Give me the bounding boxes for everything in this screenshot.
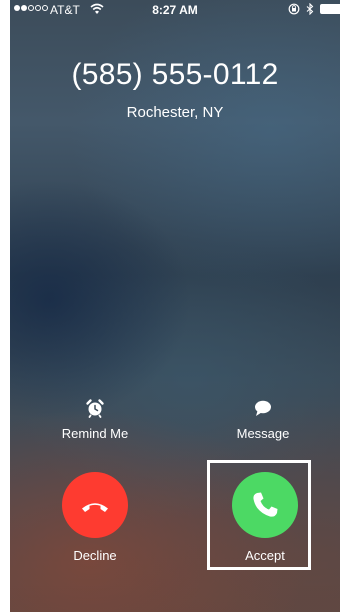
caller-location: Rochester, NY: [126, 104, 224, 121]
accept-label: Accept: [245, 548, 285, 563]
phone-hangup-icon: [82, 503, 108, 512]
phone-frame: AT&T 8:27 AM (585) 555-0112 Rochester, N…: [0, 0, 340, 612]
message-button[interactable]: Message: [208, 398, 318, 441]
battery-icon: [320, 4, 340, 14]
incoming-call-screen: AT&T 8:27 AM (585) 555-0112 Rochester, N…: [10, 0, 340, 612]
decline-button[interactable]: Decline: [35, 472, 155, 563]
alarm-clock-icon: [86, 399, 104, 418]
bluetooth-icon: [306, 3, 314, 15]
decline-circle[interactable]: [62, 472, 128, 538]
caller-phone-number: (585) 555-0112: [71, 58, 279, 91]
phone-icon: [253, 492, 278, 517]
remind-me-button[interactable]: Remind Me: [40, 398, 150, 441]
status-bar: AT&T 8:27 AM: [10, 0, 340, 20]
decline-label: Decline: [73, 548, 117, 563]
accept-circle[interactable]: [232, 472, 298, 538]
speech-bubble-icon: [255, 400, 271, 416]
remind-me-label: Remind Me: [61, 426, 129, 441]
accept-button[interactable]: Accept: [205, 472, 325, 563]
message-label: Message: [236, 426, 290, 441]
lock-rotation-icon: [288, 3, 300, 15]
